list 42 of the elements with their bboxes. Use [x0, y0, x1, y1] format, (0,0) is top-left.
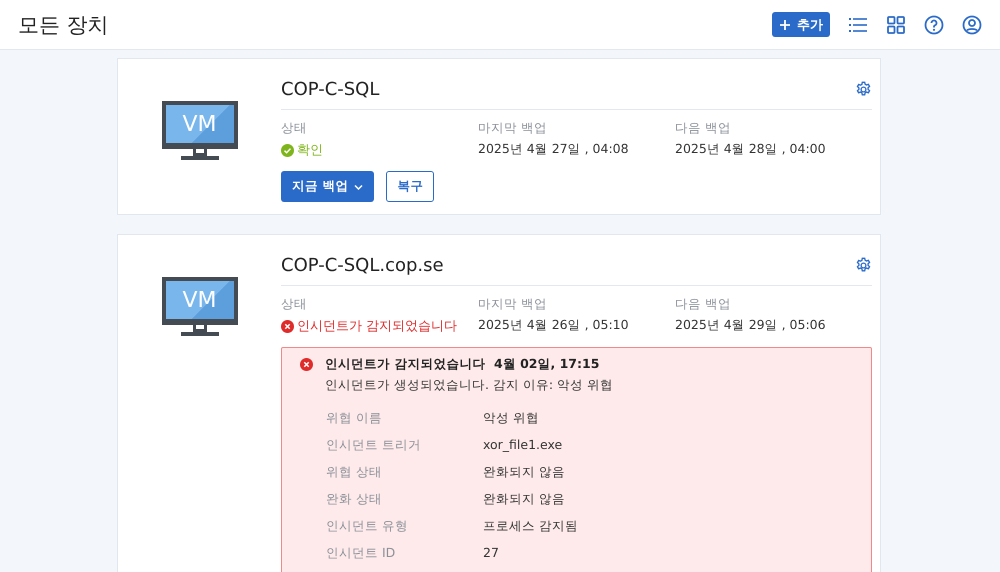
detail-value: 악성 위협 — [483, 410, 540, 427]
plus-icon — [779, 18, 791, 30]
field-label: 상태 — [281, 296, 308, 313]
last-backup-value: 2025년 4월 27일 , 04:08 — [478, 141, 630, 158]
alert-title: 인시던트가 감지되었습니다 4월 02일, 17:15 — [325, 356, 600, 373]
settings-icon[interactable] — [855, 256, 872, 274]
detail-label: 인시던트 트리거 — [326, 437, 422, 454]
device-name: COP-C-SQL.cop.se — [281, 254, 444, 276]
field-label: 다음 백업 — [675, 120, 732, 137]
detail-label: 위협 이름 — [326, 410, 383, 427]
detail-label: 위협 상태 — [326, 464, 383, 481]
check-circle-icon — [281, 144, 294, 156]
field-label: 다음 백업 — [675, 296, 732, 313]
field-label: 마지막 백업 — [478, 296, 548, 313]
detail-value: 27 — [483, 545, 500, 562]
error-circle-icon — [300, 358, 313, 371]
detail-label: 인시던트 ID — [326, 545, 396, 562]
status-text: 인시던트가 감지되었습니다 — [297, 318, 458, 335]
status-text: 확인 — [297, 142, 323, 159]
add-button[interactable]: 추가 — [772, 12, 830, 37]
restore-button[interactable]: 복구 — [386, 171, 434, 202]
next-backup-value: 2025년 4월 28일 , 04:00 — [675, 141, 827, 158]
alert-message: 인시던트가 생성되었습니다. 감지 이유: 악성 위협 — [325, 377, 614, 394]
detail-value: 완화되지 않음 — [483, 491, 566, 508]
field-label: 상태 — [281, 120, 308, 137]
next-backup-value: 2025년 4월 29일 , 05:06 — [675, 317, 827, 334]
detail-value: 프로세스 감지됨 — [483, 518, 579, 535]
error-circle-icon — [281, 320, 294, 332]
help-icon[interactable] — [924, 14, 944, 34]
settings-icon[interactable] — [855, 80, 872, 98]
field-label: 마지막 백업 — [478, 120, 548, 137]
detail-value: xor_file1.exe — [483, 437, 564, 454]
backup-now-button[interactable]: 지금 백업 — [281, 171, 374, 202]
account-icon[interactable] — [962, 14, 982, 34]
detail-value: 완화되지 않음 — [483, 464, 566, 481]
page-title: 모든 장치 — [18, 12, 109, 38]
grid-view-icon[interactable] — [886, 14, 906, 34]
detail-label: 완화 상태 — [326, 491, 383, 508]
last-backup-value: 2025년 4월 26일 , 05:10 — [478, 317, 630, 334]
device-name: COP-C-SQL — [281, 78, 380, 100]
caret-icon — [354, 184, 364, 190]
detail-label: 인시던트 유형 — [326, 518, 409, 535]
